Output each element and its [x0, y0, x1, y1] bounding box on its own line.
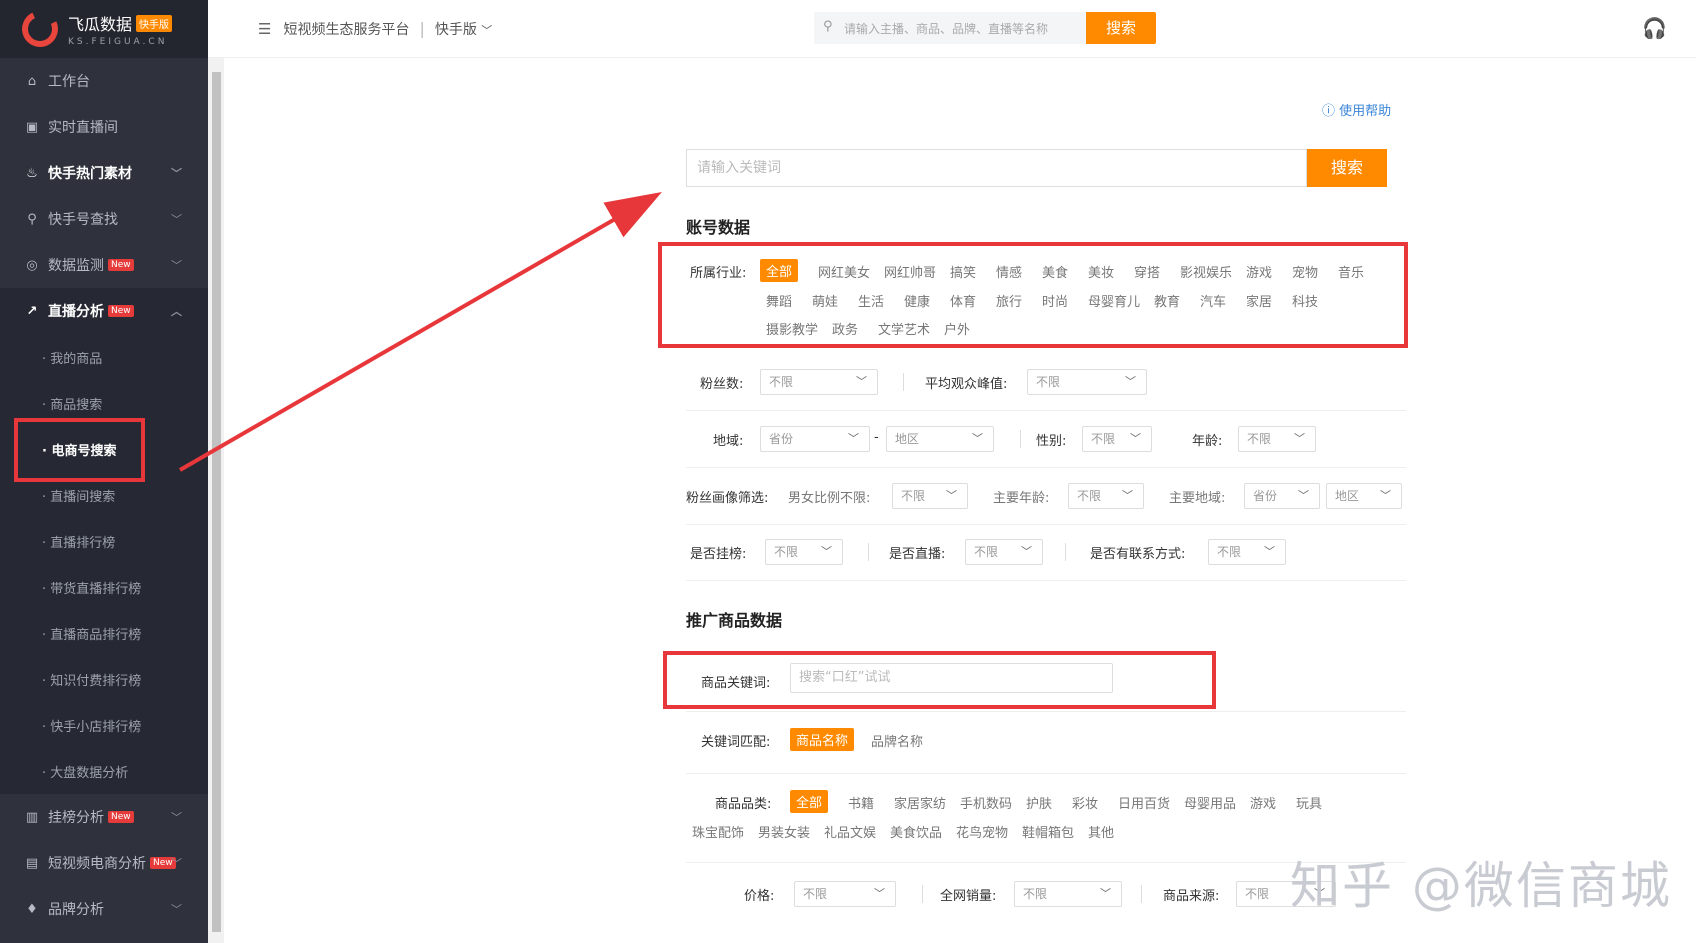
annotation-arrow	[179, 192, 662, 472]
watermark: 知乎 @微信商城	[1290, 857, 1672, 915]
